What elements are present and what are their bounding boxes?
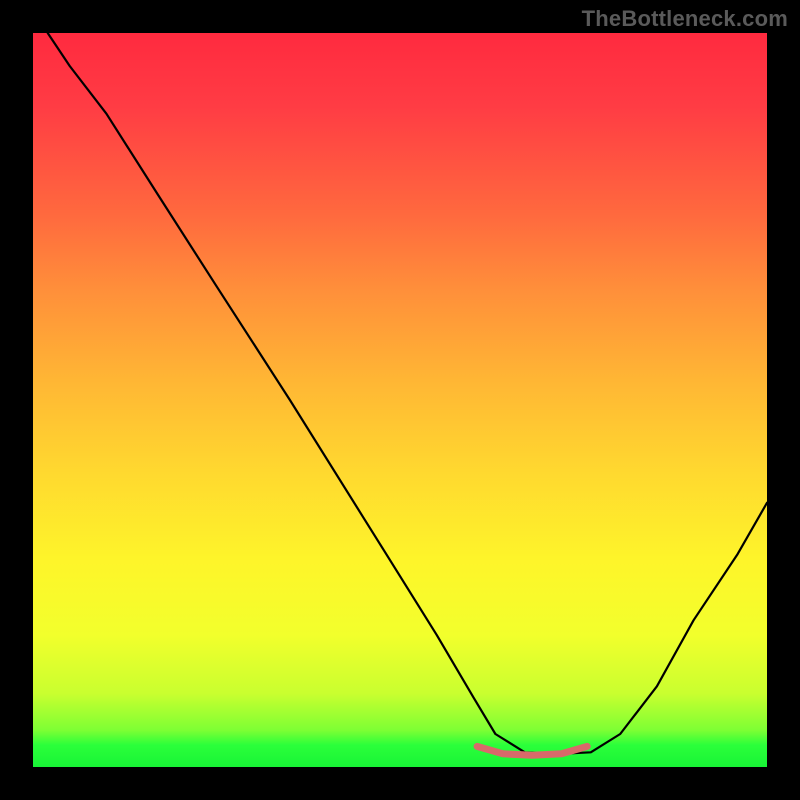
watermark-text: TheBottleneck.com: [582, 6, 788, 32]
bottleneck-curve: [48, 33, 767, 754]
flat-minimum-highlight: [477, 746, 587, 755]
plot-area: [33, 33, 767, 767]
chart-frame: TheBottleneck.com: [0, 0, 800, 800]
curve-layer: [33, 33, 767, 767]
